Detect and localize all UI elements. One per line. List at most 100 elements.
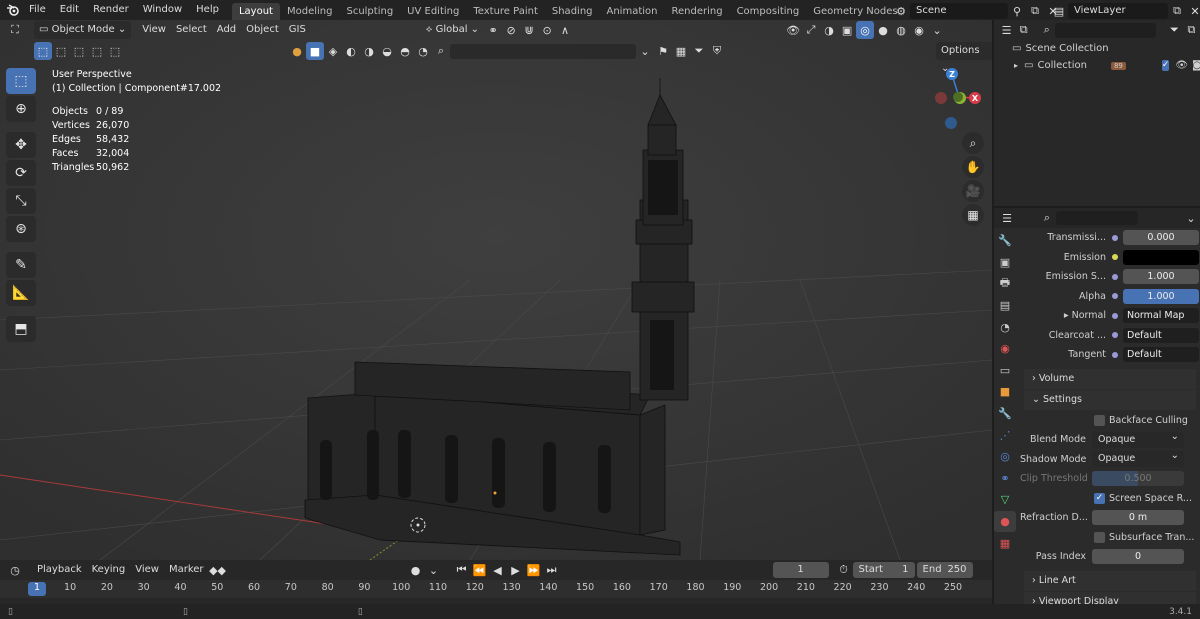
- tab-geometry-nodes[interactable]: Geometry Nodes: [806, 3, 904, 20]
- data-tab-icon[interactable]: ▽: [994, 489, 1016, 511]
- next-keyframe-icon[interactable]: ⏩: [525, 561, 543, 579]
- tab-sculpting[interactable]: Sculpting: [339, 3, 400, 20]
- light-filter-icon[interactable]: ◑: [360, 42, 378, 60]
- menu-file[interactable]: File: [22, 0, 53, 20]
- prop-value-field[interactable]: [1123, 249, 1199, 265]
- menu-edit[interactable]: Edit: [53, 0, 86, 20]
- viewlayer-selector[interactable]: ▤ ViewLayer ⧉ ✕: [1050, 2, 1200, 20]
- expand-arrow-icon[interactable]: ▸: [1064, 310, 1072, 321]
- socket-dot-icon[interactable]: [1112, 273, 1118, 280]
- jump-start-icon[interactable]: ⏮: [453, 561, 471, 579]
- viewport-menu-select[interactable]: Select: [171, 21, 212, 39]
- prop-value-field[interactable]: 1.000: [1123, 269, 1199, 285]
- transform-orientation-dropdown[interactable]: ⟡ Global ⌄: [421, 21, 484, 39]
- misc-filter-icon[interactable]: ◔: [414, 42, 432, 60]
- viewport-search-input[interactable]: [450, 43, 636, 59]
- expand-arrow-icon[interactable]: ▸: [1014, 61, 1018, 70]
- empty-filter-icon[interactable]: ◓: [396, 42, 414, 60]
- collection-row[interactable]: ▸ ▭ Collection 89 ✓ 👁 ◙: [994, 57, 1200, 74]
- world-tab-icon[interactable]: ◉: [994, 338, 1016, 360]
- new-viewlayer-icon[interactable]: ⧉: [1168, 2, 1186, 20]
- viewlayer-name-field[interactable]: ViewLayer: [1068, 3, 1168, 19]
- refraction-depth-field[interactable]: 0 m: [1092, 510, 1184, 526]
- options-dropdown[interactable]: Options ⌄: [936, 42, 992, 74]
- wireframe-shading-icon[interactable]: ◎: [856, 21, 875, 39]
- blend-mode-dropdown[interactable]: Opaque: [1092, 429, 1184, 448]
- shadow-mode-dropdown[interactable]: Opaque: [1092, 448, 1184, 468]
- socket-dot-icon[interactable]: [1112, 254, 1118, 261]
- prop-value-field[interactable]: Default: [1123, 327, 1199, 343]
- ortho-grid-icon[interactable]: ▦: [962, 204, 984, 226]
- camera-filter-icon[interactable]: ◐: [342, 42, 360, 60]
- viewport-menu-object[interactable]: Object: [241, 21, 284, 39]
- annotate-tool-icon[interactable]: ✎: [6, 252, 36, 278]
- texture-tab-icon[interactable]: ▦: [994, 532, 1016, 554]
- timeline-menu-keying[interactable]: Keying: [87, 561, 131, 579]
- material-shading-icon[interactable]: ◍: [892, 21, 910, 39]
- timeline-menu-view[interactable]: View: [130, 561, 164, 579]
- prop-value-field[interactable]: Default: [1123, 347, 1199, 363]
- rotate-tool-icon[interactable]: ⟳: [6, 160, 36, 186]
- pin-icon[interactable]: ⚲: [1008, 2, 1026, 20]
- new-scene-icon[interactable]: ⧉: [1026, 2, 1044, 20]
- jump-end-icon[interactable]: ⏭: [543, 561, 561, 579]
- tab-modeling[interactable]: Modeling: [280, 3, 340, 20]
- current-frame-field[interactable]: 1: [772, 562, 829, 578]
- bookmark-icon[interactable]: ⚑: [654, 42, 672, 60]
- object-filter-icon[interactable]: ■: [306, 42, 324, 60]
- subsurface-row[interactable]: Subsurface Tran...: [1020, 528, 1200, 548]
- socket-dot-icon[interactable]: [1112, 293, 1118, 300]
- volume-panel-header[interactable]: › Volume: [1024, 368, 1196, 389]
- editor-type-icon[interactable]: ⛶: [6, 21, 24, 39]
- pan-hand-icon[interactable]: ✋: [962, 156, 984, 178]
- shield-icon[interactable]: ⛨: [708, 42, 726, 60]
- modifier-tab-icon[interactable]: 🔧: [994, 403, 1016, 425]
- other-filter-icon[interactable]: ◒: [378, 42, 396, 60]
- display-mode-icon[interactable]: ⧉: [1015, 21, 1032, 39]
- socket-dot-icon[interactable]: [1112, 332, 1118, 339]
- tab-rendering[interactable]: Rendering: [664, 3, 729, 20]
- prop-value-field[interactable]: Normal Map: [1123, 308, 1199, 324]
- backface-culling-checkbox[interactable]: [1094, 414, 1105, 426]
- color-wheel-icon[interactable]: ●: [288, 42, 306, 60]
- collection-checkbox[interactable]: ✓: [1161, 60, 1170, 71]
- frame-ruler[interactable]: 1 10 20 30 40 50 60 70 80 90 100 110 120 130 140 150 160…: [0, 580, 992, 598]
- properties-editor-icon[interactable]: ☰: [998, 209, 1016, 227]
- visibility-icon[interactable]: 👁: [784, 21, 802, 39]
- material-tab-icon[interactable]: ●: [994, 510, 1016, 533]
- menu-window[interactable]: Window: [136, 0, 189, 20]
- prop-value-field[interactable]: 1.000: [1123, 288, 1199, 304]
- output-tab-icon[interactable]: 🖶: [994, 273, 1016, 295]
- timeline-editor-icon[interactable]: ◷: [6, 561, 24, 579]
- select-subtract-icon[interactable]: ⬚: [70, 42, 88, 60]
- viewport-menu-add[interactable]: Add: [212, 21, 241, 39]
- falloff-icon[interactable]: ∧: [556, 21, 574, 39]
- viewport-menu-gis[interactable]: GIS: [284, 21, 311, 39]
- socket-dot-icon[interactable]: [1112, 234, 1118, 241]
- move-tool-icon[interactable]: ✥: [6, 132, 36, 158]
- funnel-icon[interactable]: ⏷: [690, 42, 708, 60]
- 3d-viewport[interactable]: ⛶ ▭ Object Mode ⌄ View Select Add Object GIS…: [0, 20, 992, 560]
- tab-layout[interactable]: Layout: [231, 2, 280, 20]
- ssr-checkbox[interactable]: ✓: [1094, 492, 1105, 504]
- scale-tool-icon[interactable]: ⤡: [6, 188, 36, 214]
- timeline-menu-marker[interactable]: Marker: [164, 561, 209, 579]
- menu-render[interactable]: Render: [86, 0, 136, 20]
- outliner-search-input[interactable]: [1055, 22, 1156, 38]
- pass-index-field[interactable]: 0: [1092, 549, 1184, 565]
- backface-culling-row[interactable]: Backface Culling: [1020, 411, 1200, 431]
- camera-view-icon[interactable]: 🎥: [962, 180, 984, 202]
- prop-value-field[interactable]: 0.000: [1123, 230, 1199, 246]
- snap-target-icon[interactable]: ⋓: [520, 21, 538, 39]
- particles-tab-icon[interactable]: ⋰: [994, 424, 1016, 446]
- viewport-menu-view[interactable]: View: [137, 21, 171, 39]
- autokey-options-icon[interactable]: ⌄: [425, 561, 443, 579]
- select-invert-icon[interactable]: ⬚: [88, 42, 106, 60]
- tab-compositing[interactable]: Compositing: [730, 3, 807, 20]
- properties-options-icon[interactable]: ⌄: [1182, 209, 1200, 227]
- viewport-display-panel-header[interactable]: › Viewport Display: [1024, 591, 1196, 604]
- physics-tab-icon[interactable]: ◎: [994, 446, 1016, 468]
- outliner-filter-icon[interactable]: ⏷: [1166, 21, 1183, 39]
- socket-dot-icon[interactable]: [1112, 312, 1118, 319]
- tab-texture-paint[interactable]: Texture Paint: [466, 3, 545, 20]
